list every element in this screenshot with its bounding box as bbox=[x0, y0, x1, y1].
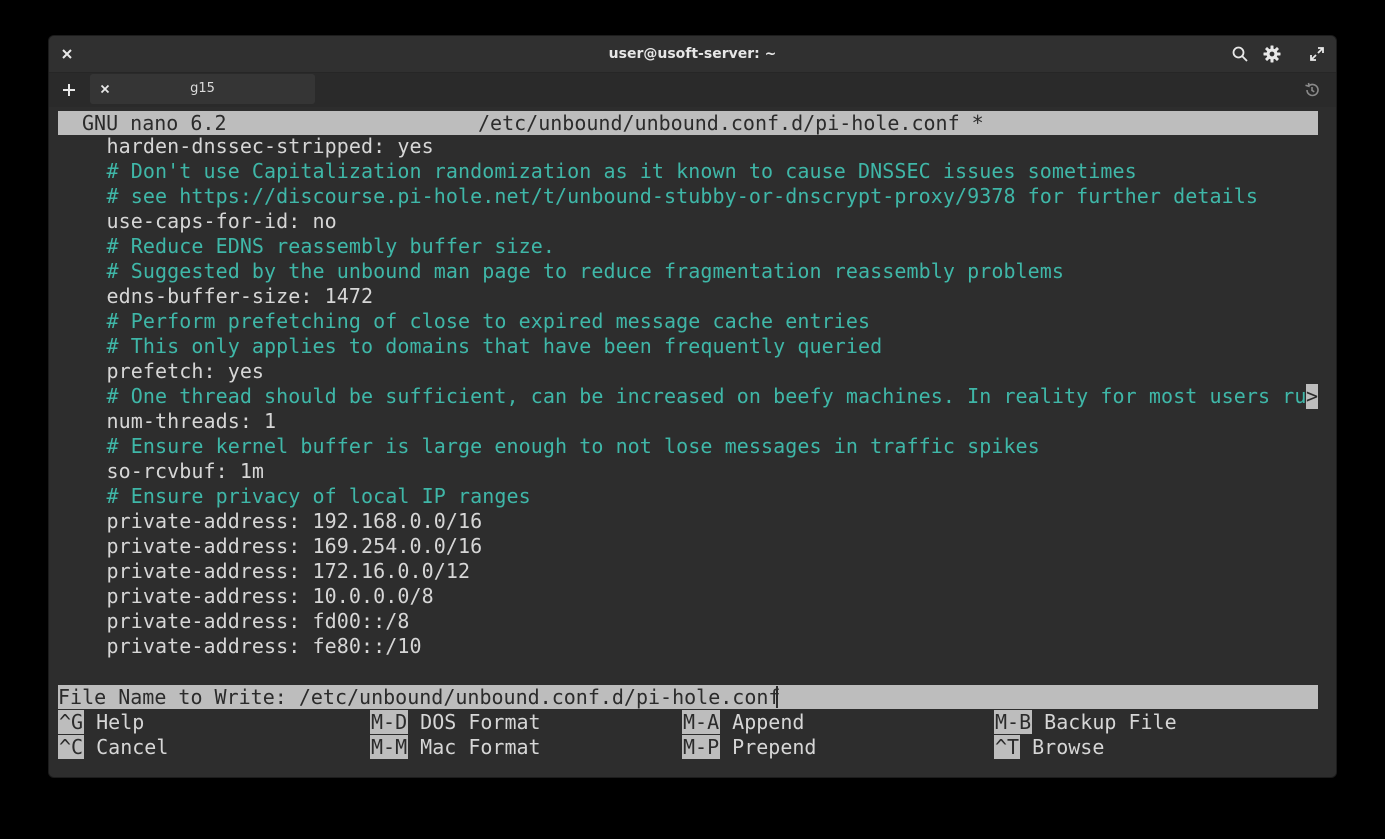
shortcut-label: Help bbox=[96, 710, 145, 734]
config-line: edns-buffer-size: 1472 bbox=[58, 284, 374, 308]
shortcut-item[interactable]: M-A Append bbox=[682, 710, 804, 735]
shortcut-key: M-M bbox=[370, 735, 409, 759]
config-line: private-address: 172.16.0.0/12 bbox=[58, 559, 471, 583]
nano-version: GNU nano 6.2 bbox=[82, 111, 227, 135]
shortcut-key: ^T bbox=[994, 735, 1021, 759]
tab-bar: g15 bbox=[49, 73, 1336, 107]
gear-icon[interactable] bbox=[1261, 36, 1283, 72]
window-title: user@usoft-server: ~ bbox=[608, 46, 777, 62]
shortcut-item[interactable]: ^G Help bbox=[58, 710, 144, 735]
shortcut-key: M-P bbox=[682, 735, 721, 759]
config-line: private-address: fd00::/8 bbox=[58, 609, 410, 633]
shortcut-item[interactable]: M-D DOS Format bbox=[370, 710, 541, 735]
write-prompt[interactable]: File Name to Write: /etc/unbound/unbound… bbox=[58, 685, 1318, 709]
config-line: private-address: 10.0.0.0/8 bbox=[58, 584, 434, 608]
shortcut-label: Browse bbox=[1032, 735, 1105, 759]
comment-line: # One thread should be sufficient, can b… bbox=[58, 384, 1319, 408]
write-prompt-filename[interactable]: /etc/unbound/unbound.conf.d/pi-hole.conf bbox=[299, 685, 781, 709]
shortcut-label: Backup File bbox=[1044, 710, 1177, 734]
shortcut-label: Append bbox=[732, 710, 805, 734]
config-line: harden-dnssec-stripped: yes bbox=[58, 134, 434, 158]
shortcut-key: M-B bbox=[994, 710, 1033, 734]
shortcut-key: M-D bbox=[370, 710, 409, 734]
shortcut-key: M-A bbox=[682, 710, 721, 734]
shortcut-item[interactable]: ^T Browse bbox=[994, 735, 1104, 760]
comment-line: # see https://discourse.pi-hole.net/t/un… bbox=[58, 184, 1258, 208]
config-line: private-address: fe80::/10 bbox=[58, 634, 422, 658]
config-line: private-address: 192.168.0.0/16 bbox=[58, 509, 483, 533]
tab-g15[interactable]: g15 bbox=[90, 74, 315, 104]
nano-header: GNU nano 6.2 /etc/unbound/unbound.conf.d… bbox=[58, 111, 1318, 135]
shortcut-item[interactable]: M-B Backup File bbox=[994, 710, 1177, 735]
config-line: num-threads: 1 bbox=[58, 409, 277, 433]
shortcut-key: ^C bbox=[58, 735, 85, 759]
shortcut-label: Prepend bbox=[732, 735, 817, 759]
plus-icon[interactable] bbox=[59, 73, 79, 107]
shortcut-key: ^G bbox=[58, 710, 85, 734]
nano-filename: /etc/unbound/unbound.conf.d/pi-hole.conf… bbox=[478, 111, 984, 135]
shortcut-label: Cancel bbox=[96, 735, 169, 759]
write-prompt-label: File Name to Write: /etc/unbound/unbound… bbox=[58, 685, 781, 709]
config-line: private-address: 169.254.0.0/16 bbox=[58, 534, 483, 558]
comment-line: # This only applies to domains that have… bbox=[58, 334, 883, 358]
shortcut-item[interactable]: M-P Prepend bbox=[682, 735, 816, 760]
title-bar: user@usoft-server: ~ bbox=[49, 36, 1336, 73]
terminal-window: user@usoft-server: ~ g15 GNU nano 6.2 /e… bbox=[49, 36, 1336, 777]
history-icon[interactable] bbox=[1301, 73, 1323, 107]
comment-line: # Reduce EDNS reassembly buffer size. bbox=[58, 234, 555, 258]
config-line: so-rcvbuf: 1m bbox=[58, 459, 265, 483]
config-line: use-caps-for-id: no bbox=[58, 209, 337, 233]
line-overflow-marker: > bbox=[1306, 384, 1319, 409]
comment-line: # Ensure privacy of local IP ranges bbox=[58, 484, 531, 508]
shortcut-label: Mac Format bbox=[420, 735, 541, 759]
shortcut-item[interactable]: ^C Cancel bbox=[58, 735, 168, 760]
comment-line: # Don't use Capitalization randomization… bbox=[58, 159, 1137, 183]
comment-line: # Suggested by the unbound man page to r… bbox=[58, 259, 1065, 283]
comment-line: # Perform prefetching of close to expire… bbox=[58, 309, 871, 333]
tab-title: g15 bbox=[190, 81, 215, 96]
shortcut-label: DOS Format bbox=[420, 710, 541, 734]
terminal-content[interactable]: GNU nano 6.2 /etc/unbound/unbound.conf.d… bbox=[49, 107, 1336, 777]
shortcut-item[interactable]: M-M Mac Format bbox=[370, 735, 541, 760]
config-line: prefetch: yes bbox=[58, 359, 265, 383]
text-cursor bbox=[776, 686, 778, 708]
maximize-icon[interactable] bbox=[1306, 36, 1328, 72]
comment-line: # Ensure kernel buffer is large enough t… bbox=[58, 434, 1040, 458]
search-icon[interactable] bbox=[1229, 36, 1251, 72]
